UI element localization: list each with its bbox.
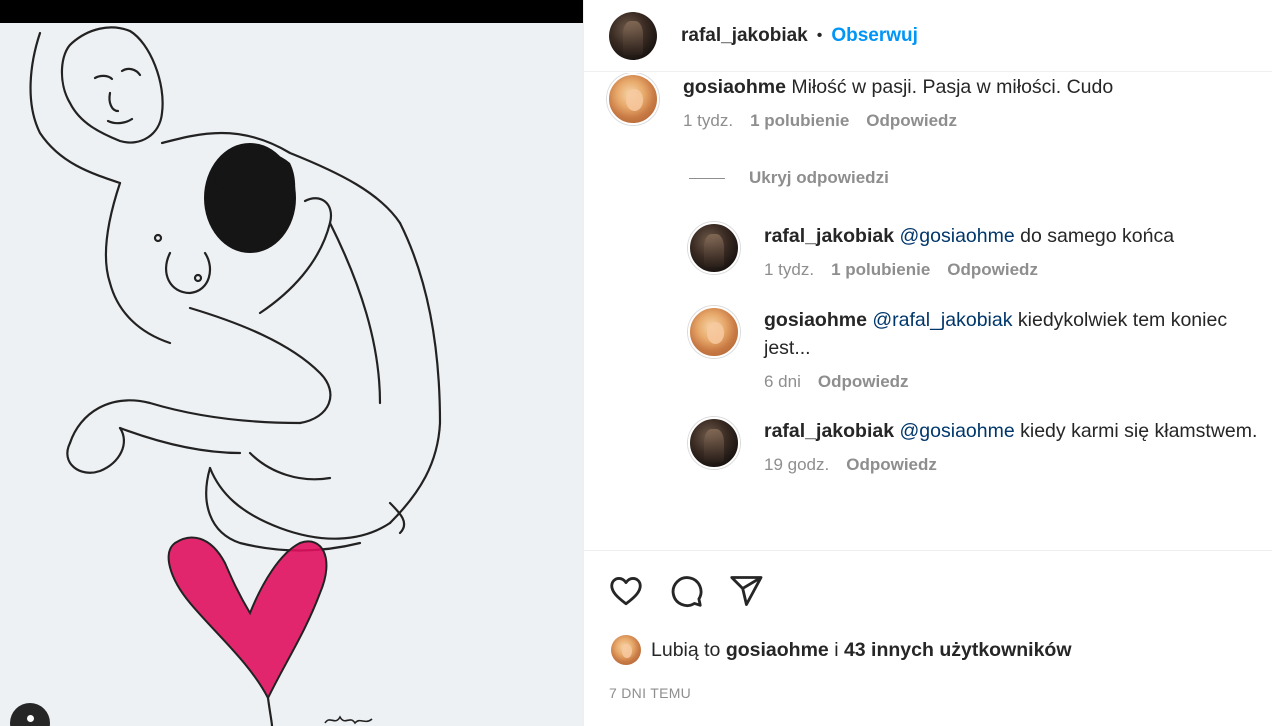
- reply-mention[interactable]: @gosiaohme: [900, 225, 1015, 247]
- likes-text: Lubią to gosiaohme i 43 innych użytkowni…: [651, 639, 1072, 662]
- reply-item: rafal_jakobiak @gosiaohme do samego końc…: [688, 222, 1264, 280]
- post-panel: rafal_jakobiak • Obserwuj gosiaohme Miło…: [583, 0, 1272, 726]
- reply-body: rafal_jakobiak @gosiaohme kiedy karmi si…: [764, 417, 1264, 475]
- reply-meta: 1 tydz. 1 polubienie Odpowiedz: [764, 260, 1264, 280]
- reply-avatar[interactable]: [688, 417, 740, 469]
- share-icon[interactable]: [728, 573, 764, 609]
- comment-icon[interactable]: [668, 573, 704, 609]
- hide-replies-label: Ukryj odpowiedzi: [749, 168, 889, 187]
- reply-time[interactable]: 1 tydz.: [764, 260, 814, 280]
- comment-time[interactable]: 1 tydz.: [683, 111, 733, 131]
- post-actions: Lubią to gosiaohme i 43 innych użytkowni…: [584, 550, 1272, 726]
- comment-text: Miłość w pasji. Pasja w miłości. Cudo: [791, 76, 1114, 98]
- reply-body: gosiaohme @rafal_jakobiak kiedykolwiek t…: [764, 306, 1264, 392]
- post-header: rafal_jakobiak • Obserwuj: [584, 0, 1272, 72]
- reply-button[interactable]: Odpowiedz: [846, 455, 937, 475]
- hide-replies-button[interactable]: Ukryj odpowiedzi: [689, 168, 889, 188]
- liker-avatar[interactable]: [611, 635, 641, 665]
- reply-item: gosiaohme @rafal_jakobiak kiedykolwiek t…: [688, 306, 1264, 392]
- reply-time[interactable]: 6 dni: [764, 372, 801, 392]
- artwork-image: [0, 23, 583, 726]
- comment-text-line: gosiaohme Miłość w pasji. Pasja w miłośc…: [683, 73, 1272, 101]
- comment-meta: 1 tydz. 1 polubienie Odpowiedz: [683, 111, 1272, 131]
- commenter-avatar[interactable]: [607, 73, 659, 125]
- comment-username[interactable]: gosiaohme: [683, 76, 786, 98]
- post-media[interactable]: [0, 0, 583, 726]
- reply-text: do samego końca: [1020, 225, 1175, 247]
- reply-button[interactable]: Odpowiedz: [866, 111, 957, 131]
- likes-summary: Lubią to gosiaohme i 43 innych użytkowni…: [611, 635, 1072, 665]
- reply-mention[interactable]: @gosiaohme: [900, 420, 1015, 442]
- comment-body: gosiaohme Miłość w pasji. Pasja w miłośc…: [683, 73, 1272, 131]
- reply-avatar[interactable]: [688, 222, 740, 274]
- likes-others[interactable]: 43 innych użytkowników: [844, 639, 1072, 661]
- post-date[interactable]: 7 DNI TEMU: [609, 685, 691, 701]
- reply-avatar[interactable]: [688, 306, 740, 358]
- comment-item: gosiaohme Miłość w pasji. Pasja w miłośc…: [607, 73, 1272, 131]
- follow-button[interactable]: Obserwuj: [831, 25, 918, 47]
- reply-text-line: rafal_jakobiak @gosiaohme do samego końc…: [764, 222, 1264, 250]
- reply-meta: 19 godz. Odpowiedz: [764, 455, 1264, 475]
- reply-item: rafal_jakobiak @gosiaohme kiedy karmi si…: [688, 417, 1264, 475]
- author-avatar[interactable]: [609, 11, 657, 60]
- reply-text-line: gosiaohme @rafal_jakobiak kiedykolwiek t…: [764, 306, 1264, 362]
- reply-likes[interactable]: 1 polubienie: [831, 260, 930, 280]
- reply-time[interactable]: 19 godz.: [764, 455, 829, 475]
- header-separator: •: [816, 26, 823, 44]
- reply-text-line: rafal_jakobiak @gosiaohme kiedy karmi si…: [764, 417, 1264, 445]
- reply-username[interactable]: gosiaohme: [764, 309, 867, 331]
- reply-meta: 6 dni Odpowiedz: [764, 372, 1264, 392]
- likes-prefix: Lubią to: [651, 638, 721, 661]
- heart-icon[interactable]: [608, 573, 644, 609]
- author-username[interactable]: rafal_jakobiak: [681, 25, 808, 47]
- likes-joiner: i: [834, 638, 839, 661]
- reply-button[interactable]: Odpowiedz: [947, 260, 1038, 280]
- reply-username[interactable]: rafal_jakobiak: [764, 225, 894, 247]
- reply-username[interactable]: rafal_jakobiak: [764, 420, 894, 442]
- action-icons: [608, 573, 764, 609]
- comment-likes[interactable]: 1 polubienie: [750, 111, 849, 131]
- liker-username[interactable]: gosiaohme: [726, 639, 829, 661]
- reply-text: kiedy karmi się kłamstwem.: [1020, 420, 1258, 442]
- user-tag-dot: [26, 715, 34, 722]
- reply-button[interactable]: Odpowiedz: [818, 372, 909, 392]
- reply-mention[interactable]: @rafal_jakobiak: [872, 309, 1012, 331]
- reply-body: rafal_jakobiak @gosiaohme do samego końc…: [764, 222, 1264, 280]
- hide-replies-line: [689, 177, 725, 179]
- comments-list[interactable]: gosiaohme Miłość w pasji. Pasja w miłośc…: [584, 73, 1272, 550]
